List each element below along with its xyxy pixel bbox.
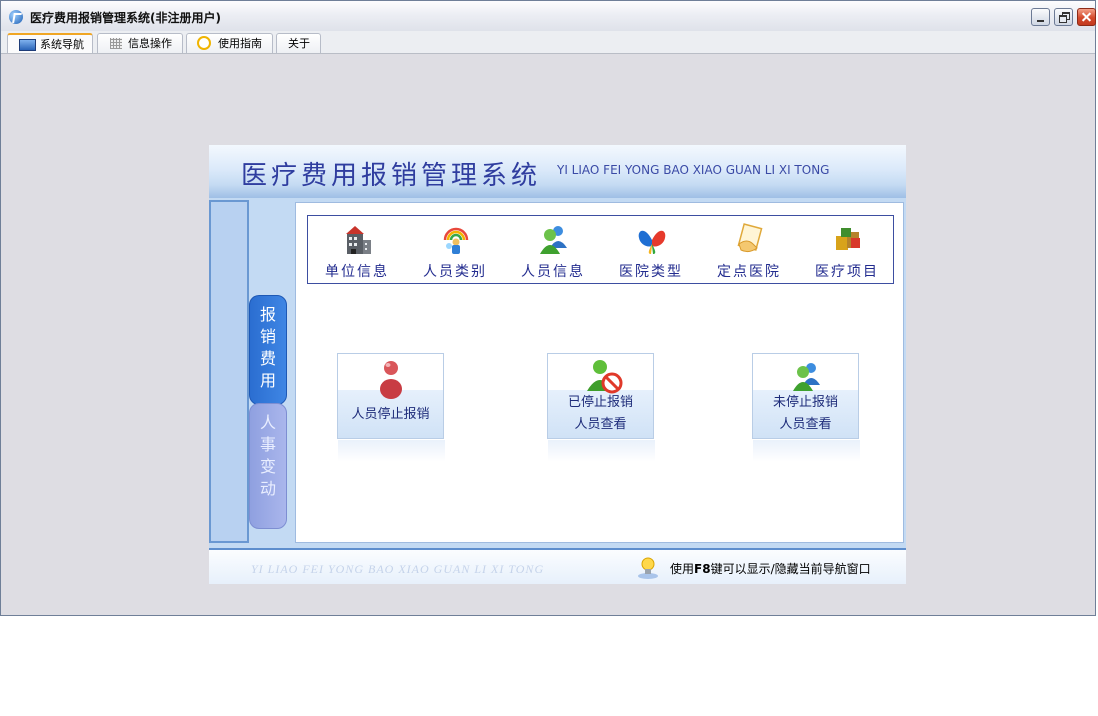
card-label-line1: 已停止报销 (567, 395, 633, 410)
status-footer: YI LIAO FEI YONG BAO XIAO GUAN LI XI TON… (209, 548, 906, 584)
side-tab-personnel-change[interactable]: 人 事 变 动 (249, 403, 287, 529)
app-window: 医疗费用报销管理系统(非注册用户) 系统导航 信息操作 使用指南 关于 医疗费用… (0, 0, 1096, 616)
user-stop-icon (587, 360, 623, 394)
tab-system-nav[interactable]: 系统导航 (7, 33, 93, 53)
window-title: 医疗费用报销管理系统(非注册用户) (30, 11, 221, 25)
tab-label: 系统导航 (40, 38, 84, 51)
tool-hospital-type[interactable]: 医院类型 (602, 216, 700, 284)
close-button[interactable] (1077, 8, 1096, 26)
tool-label: 人员信息 (521, 264, 585, 280)
side-tab-reimbursement[interactable]: 报 销 费 用 (249, 295, 287, 405)
lightbulb-icon (638, 557, 658, 579)
tab-info-ops[interactable]: 信息操作 (97, 33, 183, 53)
building-icon (346, 226, 371, 254)
tip-key: F8 (694, 562, 711, 576)
tool-label: 人员类别 (423, 264, 487, 280)
navigation-panel: 医疗费用报销管理系统 YI LIAO FEI YONG BAO XIAO GUA… (209, 145, 906, 584)
rainbow-people-icon (443, 227, 469, 254)
tab-label: 使用指南 (218, 37, 262, 50)
banner-subtitle: YI LIAO FEI YONG BAO XIAO GUAN LI XI TON… (557, 163, 830, 177)
card-view-stopped[interactable]: 已停止报销 人员查看 (547, 353, 655, 462)
card-stop-reimbursement[interactable]: 人员停止报销 (337, 353, 445, 462)
tool-label: 医疗项目 (815, 264, 879, 280)
tip-suffix: 键可以显示/隐藏当前导航窗口 (710, 562, 871, 576)
function-toolbar: 单位信息 人员类别 人员信息 医院类型 定点医院 医疗项目 (307, 215, 894, 284)
card-reflection (338, 440, 445, 462)
title-bar[interactable]: 医疗费用报销管理系统(非注册用户) (1, 1, 1096, 32)
card-label-line1: 未停止报销 (772, 395, 838, 410)
app-logo-icon (9, 10, 23, 24)
tab-about[interactable]: 关于 (276, 33, 321, 53)
footer-watermark: YI LIAO FEI YONG BAO XIAO GUAN LI XI TON… (251, 562, 545, 576)
card-reflection (753, 440, 860, 462)
tab-label: 信息操作 (128, 37, 172, 50)
banner: 医疗费用报销管理系统 YI LIAO FEI YONG BAO XIAO GUA… (209, 145, 906, 198)
card-label: 人员停止报销 (351, 407, 430, 422)
tab-label: 关于 (288, 37, 310, 50)
card-label-line2: 人员查看 (574, 417, 627, 432)
tool-personnel-category[interactable]: 人员类别 (406, 216, 504, 284)
tab-guide[interactable]: 使用指南 (186, 33, 273, 53)
side-tab-label: 报 销 费 用 (259, 305, 276, 390)
butterfly-icon (638, 230, 666, 254)
monitor-icon (19, 39, 36, 51)
left-rail (209, 200, 249, 543)
users-icon (793, 363, 820, 391)
card-view-not-stopped[interactable]: 未停止报销 人员查看 (752, 353, 860, 462)
minimize-button[interactable] (1031, 8, 1050, 26)
tool-designated-hospital[interactable]: 定点医院 (700, 216, 798, 284)
tip-prefix: 使用 (670, 562, 695, 576)
tool-label: 定点医院 (717, 264, 781, 280)
grid-icon (110, 38, 122, 49)
tool-personnel-info[interactable]: 人员信息 (504, 216, 602, 284)
person-red-icon (380, 361, 402, 399)
side-tab-label: 人 事 变 动 (259, 413, 276, 498)
boxes-icon (836, 228, 860, 250)
card-label-line2: 人员查看 (779, 417, 832, 432)
tab-bar: 系统导航 信息操作 使用指南 关于 (1, 31, 1095, 54)
content-area: 单位信息 人员类别 人员信息 医院类型 定点医院 医疗项目 人员停止报销 已停止… (295, 202, 904, 543)
help-ring-icon (197, 36, 211, 50)
card-reflection (548, 440, 655, 462)
tool-label: 医院类型 (619, 264, 683, 280)
document-hand-icon (737, 223, 763, 253)
banner-title: 医疗费用报销管理系统 (241, 161, 542, 191)
restore-button[interactable] (1054, 8, 1073, 26)
users-icon (540, 226, 567, 254)
tool-unit-info[interactable]: 单位信息 (308, 216, 406, 284)
footer-tip: 使用F8键可以显示/隐藏当前导航窗口 (670, 560, 871, 577)
tool-medical-items[interactable]: 医疗项目 (798, 216, 896, 284)
tool-label: 单位信息 (325, 264, 389, 280)
